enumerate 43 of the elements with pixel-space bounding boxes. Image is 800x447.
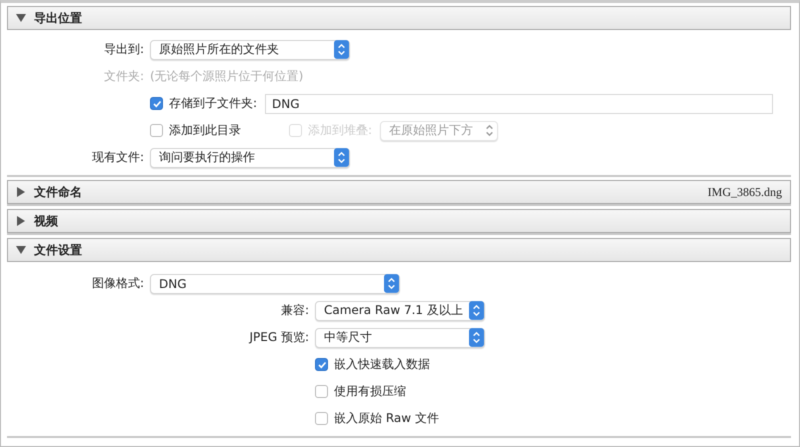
checkbox-label: 嵌入快速载入数据 — [334, 356, 430, 373]
checkbox[interactable] — [315, 385, 328, 398]
disclosure-triangle-icon — [16, 187, 26, 197]
file-name-summary: IMG_3865.dng — [708, 184, 782, 200]
dropdown-arrows-icon — [469, 328, 484, 347]
dropdown-arrows-icon — [334, 40, 349, 59]
section-title: 导出位置 — [34, 10, 82, 26]
section-header[interactable]: 视频 — [7, 209, 791, 233]
checkbox[interactable] — [150, 97, 163, 110]
disclosure-triangle-icon — [16, 216, 26, 226]
checkbox-label: 添加到此目录 — [169, 122, 242, 139]
dropdown-arrows-icon — [334, 148, 349, 167]
dropdown-arrows-icon — [384, 274, 399, 293]
section-title: 文件命名 — [34, 184, 82, 200]
checkbox-label: 使用有损压缩 — [334, 383, 406, 400]
dropdown[interactable]: Camera Raw 7.1 及以上 — [315, 300, 485, 320]
dropdown[interactable]: 询问要执行的操作 — [150, 148, 350, 168]
checkbox[interactable] — [315, 358, 328, 371]
section-header[interactable]: 文件命名 IMG_3865.dng — [7, 180, 791, 204]
dropdown[interactable]: DNG — [150, 274, 400, 294]
checkbox-label: 嵌入原始 Raw 文件 — [334, 410, 439, 427]
checkbox[interactable] — [315, 412, 328, 425]
check-icon — [152, 98, 162, 108]
dropdown[interactable]: 原始照片所在的文件夹 — [150, 40, 350, 60]
checkbox-label: 存储到子文件夹: — [169, 95, 258, 112]
disclosure-triangle-icon — [16, 245, 26, 255]
dropdown[interactable]: 中等尺寸 — [315, 328, 485, 348]
section-header[interactable]: 文件设置 — [7, 238, 791, 262]
section-title: 视频 — [34, 212, 58, 230]
field-label: JPEG 预览: — [248, 329, 310, 346]
check-icon — [316, 360, 326, 370]
field-label: 文件夹: — [102, 68, 145, 85]
section-header[interactable]: 导出位置 — [7, 6, 791, 30]
disclosure-triangle-icon — [16, 13, 26, 23]
dropdown-arrows-icon — [469, 301, 484, 320]
field-label: 图像格式: — [90, 275, 145, 292]
field-label: 现有文件: — [90, 149, 145, 166]
field-label: 导出到: — [102, 41, 145, 58]
section-title: 文件设置 — [34, 242, 82, 258]
subfolder-input[interactable]: DNG — [265, 94, 774, 114]
field-label: 兼容: — [280, 302, 310, 319]
folder-note: (无论每个源照片位于何位置) — [150, 68, 304, 85]
checkbox[interactable] — [150, 124, 163, 137]
